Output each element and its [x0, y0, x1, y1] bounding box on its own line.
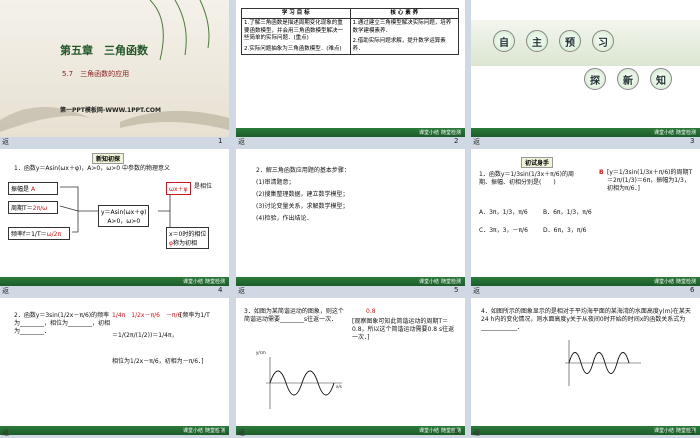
slide-4[interactable]: 新知初探 1．函数y＝Asin(ωx＋φ)，A>0，ω>0 中参数的物理意义 振…	[0, 149, 229, 286]
slide-8[interactable]: 3．如图为某简谐运动的图象，则这个简谐运动需要________s往返一次． 0.…	[236, 298, 465, 435]
slide-footer: 课堂小结 随堂检测	[236, 426, 465, 435]
slide-8-label: 返	[238, 429, 245, 437]
slide-footer: 课堂小结 随堂检测	[471, 426, 700, 435]
step-3: (3)讨论变量关系，求解数学模型；	[256, 203, 349, 210]
slide-1-number: 1	[218, 137, 223, 145]
table-header-goals: 学 习 目 标	[241, 7, 351, 20]
option-d[interactable]: D．6π，3，π/6	[543, 227, 586, 235]
watermark-text: 第一PPT模板网-WWW.1PPT.COM	[60, 107, 161, 114]
phase-label: 是相位	[194, 183, 213, 190]
goal-1: 1.了解三角函数是描述周期变化现象的重要函数模型，并会用三角函数模型解决一些简单…	[244, 20, 344, 42]
slide-footer: 课堂小结 随堂检测	[236, 128, 465, 137]
slide-5[interactable]: 2．解三角函数应用题的基本步骤： (1)审清题意； (2)搜集整理数据，建立数学…	[236, 149, 465, 286]
option-b[interactable]: B．6π，1/3，π/6	[543, 209, 592, 217]
slide-3-label: 返	[473, 138, 480, 146]
core-2: 2.借助实际问题求解，提升数学运算素养．	[352, 38, 446, 52]
slide-9[interactable]: 4．如图所示的图象显示的是相对于平均海平面的某海湾的水面高度y(m)在某天24 …	[471, 298, 700, 435]
try-badge: 初试身手	[521, 157, 554, 168]
slide-footer: 课堂小结 随堂检测	[471, 277, 700, 286]
graph-y-label: y/cm	[256, 350, 266, 355]
step-2: (2)搜集整理数据，建立数学模型；	[256, 191, 349, 198]
slide-6-label: 返	[473, 287, 480, 295]
slide-7-label: 返	[2, 429, 9, 437]
ink-willow-decoration	[0, 0, 229, 132]
section-title: 5.7 三角函数的应用	[62, 70, 130, 78]
slide-6[interactable]: 初试身手 1．函数y＝1/3sin(1/3x＋π/6)的周期、振幅、初相分别是(…	[471, 149, 700, 286]
slide-footer: 课堂小结 随堂检测	[0, 277, 229, 286]
solution-line-1: [频率为1/T	[180, 312, 210, 319]
slide-footer: 课堂小结 随堂检测	[236, 277, 465, 286]
slide-4-number: 4	[218, 286, 223, 294]
char-tan: 探	[584, 68, 606, 90]
answer-letter: B	[599, 169, 604, 176]
initial-phase-box: x＝0时的相位 φ称为初相	[166, 227, 210, 249]
slide-6-number: 6	[690, 286, 695, 294]
slide-8-number: 8	[454, 428, 459, 436]
slide-1-label: 返	[2, 138, 9, 146]
graph-x-label: x/s	[336, 384, 342, 389]
char-zhi: 知	[650, 68, 672, 90]
question-3: 3．如图为某简谐运动的图象，则这个简谐运动需要________s往返一次．	[244, 308, 344, 324]
slide-9-label: 返	[473, 429, 480, 437]
table-header-core: 核 心 素 养	[349, 7, 459, 20]
slide-1[interactable]: 第五章 三角函数 5.7 三角函数的应用 第一PPT模板网-WWW.1PPT.C…	[0, 0, 229, 137]
slide-sorter-grid: 第五章 三角函数 5.7 三角函数的应用 第一PPT模板网-WWW.1PPT.C…	[0, 0, 700, 438]
slide-2-label: 返	[238, 138, 245, 146]
slide-2[interactable]: 学 习 目 标 核 心 素 养 1.了解三角函数是描述周期变化现象的重要函数模型…	[236, 0, 465, 137]
slide-2-number: 2	[454, 137, 459, 145]
phase-box: ωx＋φ	[166, 182, 191, 195]
step-4: (4)检验，作出结论．	[256, 215, 313, 222]
question-2: 2．函数y＝3sin(1/2x－π/6)的频率为________，相位为____…	[14, 312, 111, 336]
question-1: 1．函数y＝1/3sin(1/3x＋π/6)的周期、振幅、初相分别是( )	[479, 171, 574, 187]
answer-text: 1/4π 1/2x－π/6 －π/6	[112, 312, 182, 319]
chapter-title: 第五章 三角函数	[60, 44, 148, 57]
goal-2: 2.实际问题抽象为三角函数模型．(难点)	[244, 45, 342, 52]
slide-7-number: 7	[218, 428, 223, 436]
slide-4-label: 返	[2, 287, 9, 295]
objectives-table: 学 习 目 标 核 心 素 养 1.了解三角函数是描述周期变化现象的重要函数模型…	[241, 7, 459, 56]
option-c[interactable]: C．3π，3，－π/6	[479, 227, 528, 235]
char-zhu: 主	[526, 30, 548, 52]
goal-cell: 1.了解三角函数是描述周期变化现象的重要函数模型，并会用三角函数模型解决一些简单…	[241, 18, 351, 56]
solution-line-3: 相位为1/2x－π/6，初相为－π/6．]	[112, 358, 204, 365]
question-2: 2．解三角函数应用题的基本步骤：	[256, 167, 350, 174]
slide-footer	[0, 128, 229, 137]
slide-3[interactable]: 自 主 预 习 探 新 知 课堂小结 随堂检测	[471, 0, 700, 137]
solution-line-2: ＝1/(2π/(1/2))＝1/4π，	[112, 332, 178, 339]
slide-footer: 课堂小结 随堂检测	[471, 128, 700, 137]
connector-lines	[59, 186, 176, 238]
option-a[interactable]: A．3π，1/3，π/6	[479, 209, 528, 217]
slide-9-number: 9	[690, 428, 695, 436]
char-xin: 新	[617, 68, 639, 90]
answer-text: 0.8	[366, 308, 376, 315]
tide-graph	[565, 340, 641, 386]
char-xi: 习	[592, 30, 614, 52]
core-cell: 1.通过建立三角模型解决实际问题，培养数学建模素养． 2.借助实际问题求解，提升…	[349, 18, 459, 56]
slide-footer: 课堂小结 随堂检测	[0, 426, 229, 435]
slide-5-number: 5	[454, 286, 459, 294]
core-1: 1.通过建立三角模型解决实际问题，培养数学建模素养．	[352, 20, 452, 34]
char-zi: 自	[493, 30, 515, 52]
slide-5-label: 返	[238, 287, 245, 295]
wave-graph	[266, 357, 342, 409]
step-1: (1)审清题意；	[256, 179, 295, 186]
slide-7[interactable]: 2．函数y＝3sin(1/2x－π/6)的频率为________，相位为____…	[0, 298, 229, 435]
slide-3-number: 3	[690, 137, 695, 145]
question-4: 4．如图所示的图象显示的是相对于平均海平面的某海湾的水面高度y(m)在某天24 …	[481, 308, 691, 332]
solution-text: [观察图象可知此简谐运动的周期T＝0.8，所以这个简谐运动需要0.8 s往返一次…	[352, 318, 455, 342]
char-yu: 预	[559, 30, 581, 52]
solution-text: [y＝1/3sin(1/3x＋π/6)的周期T＝2π/(1/3)＝6π，振幅为1…	[607, 169, 693, 193]
